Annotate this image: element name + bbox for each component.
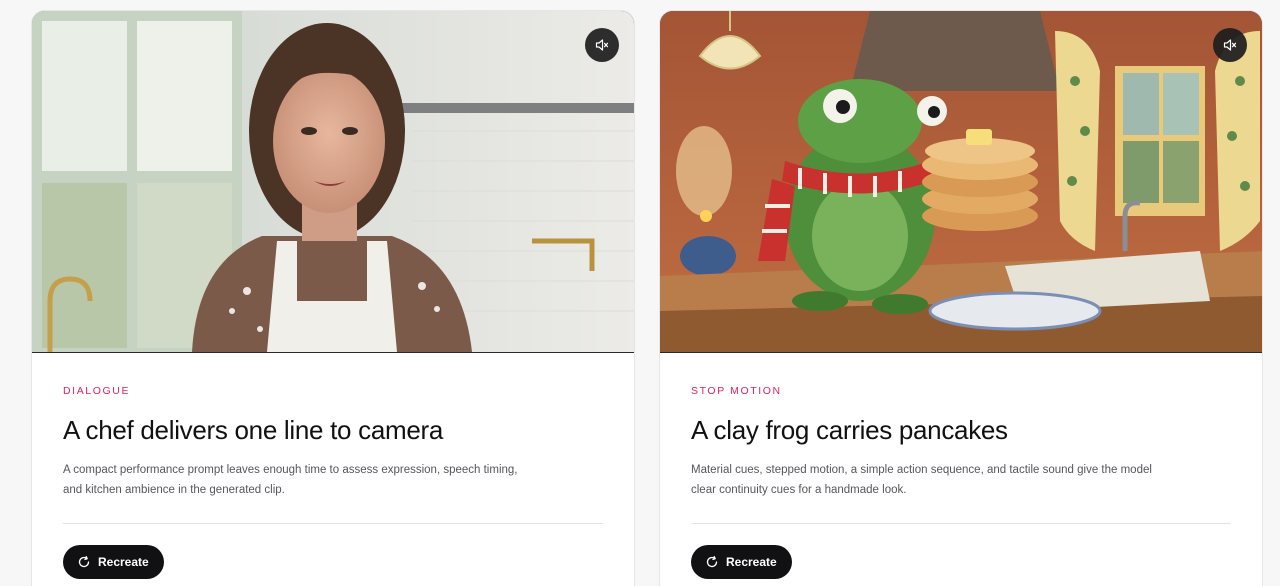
video-card-grid: DIALOGUE A chef delivers one line to cam… [0, 0, 1280, 586]
refresh-icon [78, 555, 90, 568]
mute-icon [1223, 39, 1237, 51]
video-card-stop-motion: STOP MOTION A clay frog carries pancakes… [659, 10, 1263, 586]
recreate-button[interactable]: Recreate [691, 545, 792, 579]
card-body: STOP MOTION A clay frog carries pancakes… [660, 352, 1262, 579]
card-body: DIALOGUE A chef delivers one line to cam… [32, 352, 634, 579]
card-description: Material cues, stepped motion, a simple … [691, 464, 1152, 496]
mute-icon [595, 39, 609, 51]
category-label: STOP MOTION [691, 385, 782, 397]
recreate-button[interactable]: Recreate [63, 545, 164, 579]
chef-video-frame [32, 11, 634, 352]
category-label: DIALOGUE [63, 385, 131, 397]
video-preview-frog[interactable] [660, 11, 1262, 353]
card-title: A chef delivers one line to camera [63, 415, 444, 445]
video-card-dialogue: DIALOGUE A chef delivers one line to cam… [31, 10, 635, 586]
card-description: A compact performance prompt leaves enou… [63, 464, 518, 496]
mute-toggle-button[interactable] [585, 28, 619, 62]
divider [63, 523, 603, 524]
video-preview-chef[interactable] [32, 11, 634, 353]
card-title: A clay frog carries pancakes [691, 415, 1008, 445]
divider [691, 523, 1231, 524]
refresh-icon [706, 555, 718, 568]
mute-toggle-button[interactable] [1213, 28, 1247, 62]
frog-video-frame [660, 11, 1262, 352]
recreate-button-label: Recreate [726, 555, 777, 569]
recreate-button-label: Recreate [98, 555, 149, 569]
